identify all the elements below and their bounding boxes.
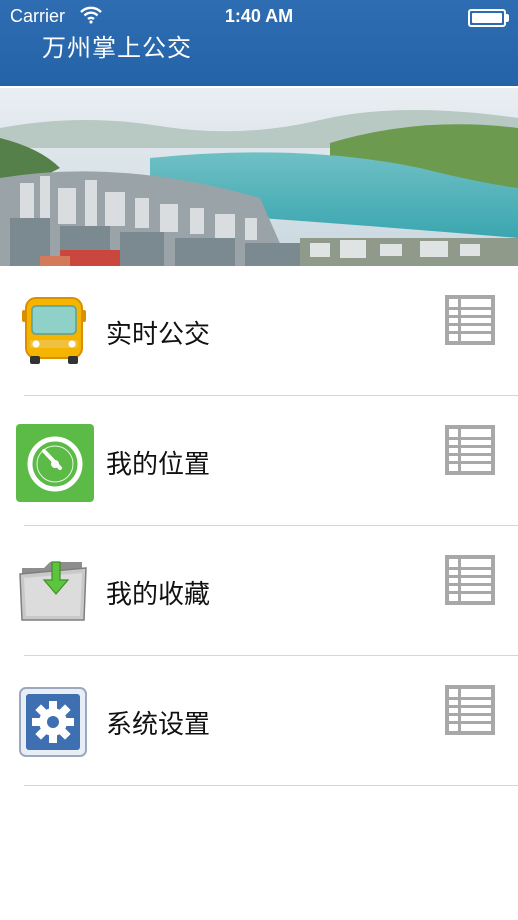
list-icon[interactable] — [445, 425, 495, 475]
menu-item-label: 我的位置 — [106, 450, 211, 480]
battery-icon — [468, 9, 509, 27]
list-icon[interactable] — [445, 555, 495, 605]
list-icon[interactable] — [445, 685, 495, 735]
menu-item-realtime-bus[interactable]: 实时公交 — [22, 266, 518, 396]
clock: 1:40 AM — [224, 6, 294, 26]
city-river-photo — [0, 88, 518, 266]
folder-download-icon — [16, 554, 92, 630]
menu-item-label: 系统设置 — [106, 710, 211, 740]
banner-carousel[interactable] — [0, 88, 518, 266]
menu-item-label: 实时公交 — [106, 320, 211, 350]
list-icon[interactable] — [445, 295, 495, 345]
menu-item-settings[interactable]: 系统设置 — [19, 656, 518, 786]
main-menu: 实时公交 我的位置 我的收藏 系统设置 — [0, 266, 518, 786]
menu-item-my-favorites[interactable]: 我的收藏 — [19, 526, 518, 656]
bus-icon — [16, 294, 92, 370]
menu-item-label: 我的收藏 — [106, 580, 211, 610]
app-header: Carrier 1:40 AM 万州掌上公交 — [0, 0, 518, 86]
page-title: 万州掌上公交 — [42, 34, 192, 62]
gauge-icon — [16, 424, 94, 502]
gear-icon — [16, 684, 92, 760]
menu-item-my-location[interactable]: 我的位置 — [16, 396, 518, 526]
